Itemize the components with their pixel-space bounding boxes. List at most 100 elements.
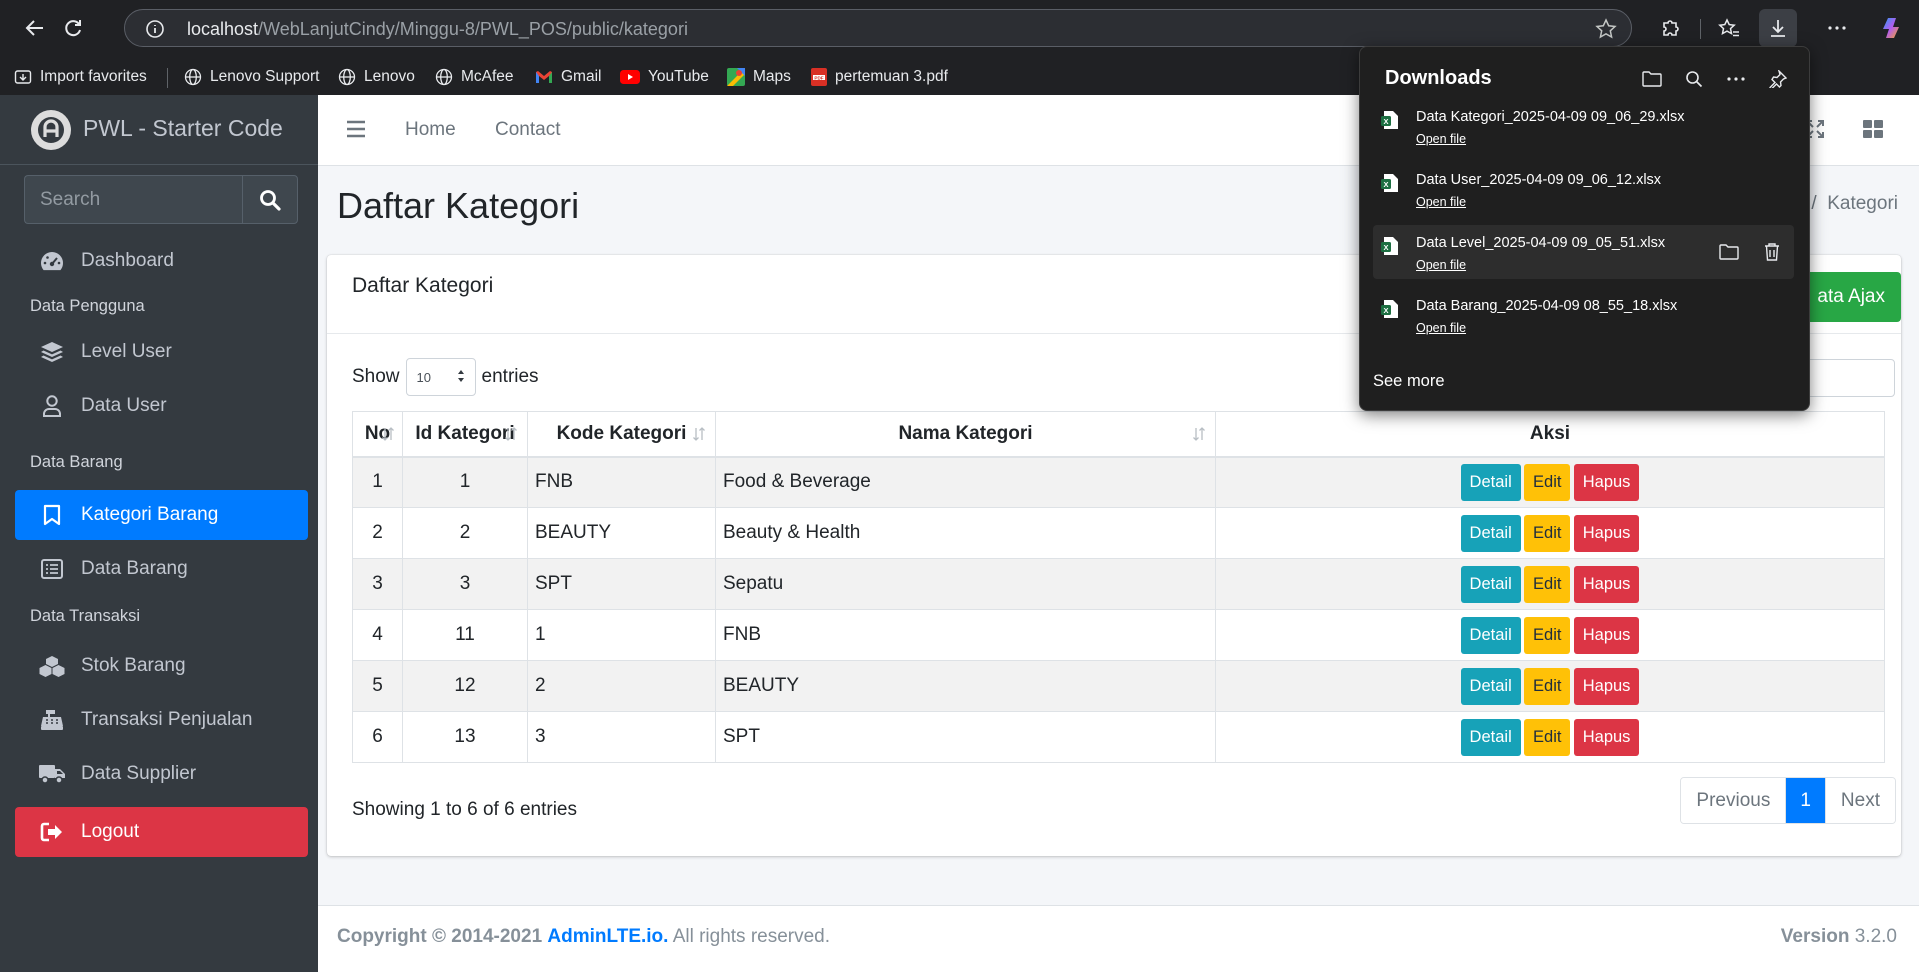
download-icon [1771,20,1785,37]
cell-aksi: Detail Edit Hapus [1215,558,1885,610]
detail-button[interactable]: Detail [1460,616,1521,654]
sidebar-item-dashboard[interactable]: Dashboard [15,236,308,286]
edit-button[interactable]: Edit [1524,565,1571,603]
sidebar-item-data-supplier[interactable]: Data Supplier [15,749,308,799]
delete-download-button[interactable] [1759,239,1785,265]
detail-button[interactable]: Detail [1460,565,1521,603]
pagination-next[interactable]: Next [1824,778,1895,823]
cell-nama-kategori: FNB [715,609,1216,661]
pagination-previous[interactable]: Previous [1681,778,1786,823]
download-item[interactable]: X Data Level_2025-04-09 09_05_51.xlsx Op… [1373,225,1794,279]
sidebar-item-level-user[interactable]: Level User [15,327,308,377]
see-more-link[interactable]: See more [1373,372,1445,391]
detail-button[interactable]: Detail [1460,463,1521,501]
favorites-button[interactable] [1710,9,1748,47]
bookmark-lenovo-support[interactable]: Lenovo Support [184,64,319,90]
bookmark-import-favorites[interactable]: Import favorites [14,64,147,90]
globe-icon [338,68,356,86]
col-header-nama-kategori[interactable]: Nama Kategori [715,411,1216,458]
search-icon [260,189,281,211]
edit-button[interactable]: Edit [1524,667,1571,705]
pagination-page-1[interactable]: 1 [1785,778,1825,823]
bookmark-mcafee[interactable]: McAfee [435,64,514,90]
download-item[interactable]: X Data Barang_2025-04-09 08_55_18.xlsx O… [1373,288,1794,342]
search-downloads-button[interactable] [1681,66,1707,92]
toolbar-divider [1700,19,1701,39]
pin-downloads-button[interactable] [1765,66,1791,92]
table-header-row: No Id Kategori Kode Kategori Nama Katego… [352,411,1885,458]
sidebar-item-data-user[interactable]: Data User [15,381,308,431]
adminlte-link[interactable]: AdminLTE.io. [547,926,668,947]
table-row: 2 2 BEAUTY Beauty & Health Detail Edit Hapus [352,507,1885,559]
sidebar-item-transaksi-penjualan[interactable]: Transaksi Penjualan [15,695,308,745]
card-title: Daftar Kategori [352,274,494,297]
entries-length-select[interactable]: 10 [405,358,476,396]
col-header-no[interactable]: No [352,411,403,458]
extensions-button[interactable] [1651,9,1689,47]
sidebar-item-logout[interactable]: Logout [15,807,308,857]
bookmark-lenovo[interactable]: Lenovo [338,64,415,90]
table-row: 1 1 FNB Food & Beverage Detail Edit Hapus [352,456,1885,508]
detail-button[interactable]: Detail [1460,514,1521,552]
sidebar-item-data-barang[interactable]: Data Barang [15,544,308,594]
tachometer-icon [37,250,67,272]
hapus-button[interactable]: Hapus [1573,463,1640,501]
more-button[interactable] [1818,9,1856,47]
page-title: Daftar Kategori [337,185,580,226]
col-header-kode-kategori[interactable]: Kode Kategori [527,411,716,458]
nav-header-transaksi: Data Transaksi [30,607,141,625]
download-item[interactable]: X Data User_2025-04-09 09_06_12.xlsx Ope… [1373,162,1794,216]
hapus-button[interactable]: Hapus [1573,514,1640,552]
control-sidebar-button[interactable] [1863,120,1883,138]
sidebar-item-kategori-barang[interactable]: Kategori Barang [15,490,308,540]
kategori-table: No Id Kategori Kode Kategori Nama Katego… [352,411,1885,763]
table-search-input[interactable] [1805,359,1895,397]
cell-no: 3 [352,558,403,610]
bookmark-pdf[interactable]: PDF pertemuan 3.pdf [811,64,948,90]
hapus-button[interactable]: Hapus [1573,616,1640,654]
downloads-title: Downloads [1385,67,1492,89]
open-file-link[interactable]: Open file [1416,321,1466,335]
brand-link[interactable]: PWL - Starter Code [0,95,318,165]
download-item[interactable]: X Data Kategori_2025-04-09 09_06_29.xlsx… [1373,99,1794,153]
hamburger-menu-button[interactable] [346,119,366,139]
sort-icon [1193,427,1205,441]
downloads-button[interactable] [1759,9,1797,47]
open-file-link[interactable]: Open file [1416,195,1466,209]
sidebar-search-input[interactable] [24,175,242,224]
hapus-button[interactable]: Hapus [1573,565,1640,603]
hapus-button[interactable]: Hapus [1573,667,1640,705]
back-button[interactable] [16,9,54,47]
edit-button[interactable]: Edit [1524,463,1571,501]
hapus-button[interactable]: Hapus [1573,718,1640,756]
url-text[interactable]: localhost/WebLanjutCindy/Minggu-8/PWL_PO… [187,19,688,40]
bookmark-youtube[interactable]: YouTube [620,64,709,90]
address-bar[interactable]: localhost/WebLanjutCindy/Minggu-8/PWL_PO… [124,9,1632,47]
copilot-button[interactable] [1874,9,1912,47]
open-file-link[interactable]: Open file [1416,132,1466,146]
refresh-button[interactable] [54,9,92,47]
cell-kode-kategori: 2 [527,660,716,712]
detail-button[interactable]: Detail [1460,667,1521,705]
sidebar-search-button[interactable] [242,175,298,224]
favorites-icon [1718,18,1739,37]
detail-button[interactable]: Detail [1460,718,1521,756]
edit-button[interactable]: Edit [1524,718,1571,756]
nav-link-contact[interactable]: Contact [495,119,560,141]
sort-arrows-icon [457,370,464,382]
breadcrumb-current: Kategori [1827,193,1898,214]
show-in-folder-button[interactable] [1716,239,1742,265]
bookmark-maps[interactable]: Maps [727,64,791,90]
nav-link-home[interactable]: Home [405,119,456,141]
edit-button[interactable]: Edit [1524,514,1571,552]
downloads-more-button[interactable] [1723,66,1749,92]
refresh-icon [65,20,81,37]
bookmark-gmail[interactable]: Gmail [535,64,601,90]
edit-button[interactable]: Edit [1524,616,1571,654]
more-horizontal-icon [1727,77,1745,81]
cell-aksi: Detail Edit Hapus [1215,456,1885,508]
sidebar-item-stok-barang[interactable]: Stok Barang [15,641,308,691]
open-downloads-folder-button[interactable] [1639,66,1665,92]
col-header-id-kategori[interactable]: Id Kategori [402,411,528,458]
open-file-link[interactable]: Open file [1416,258,1466,272]
